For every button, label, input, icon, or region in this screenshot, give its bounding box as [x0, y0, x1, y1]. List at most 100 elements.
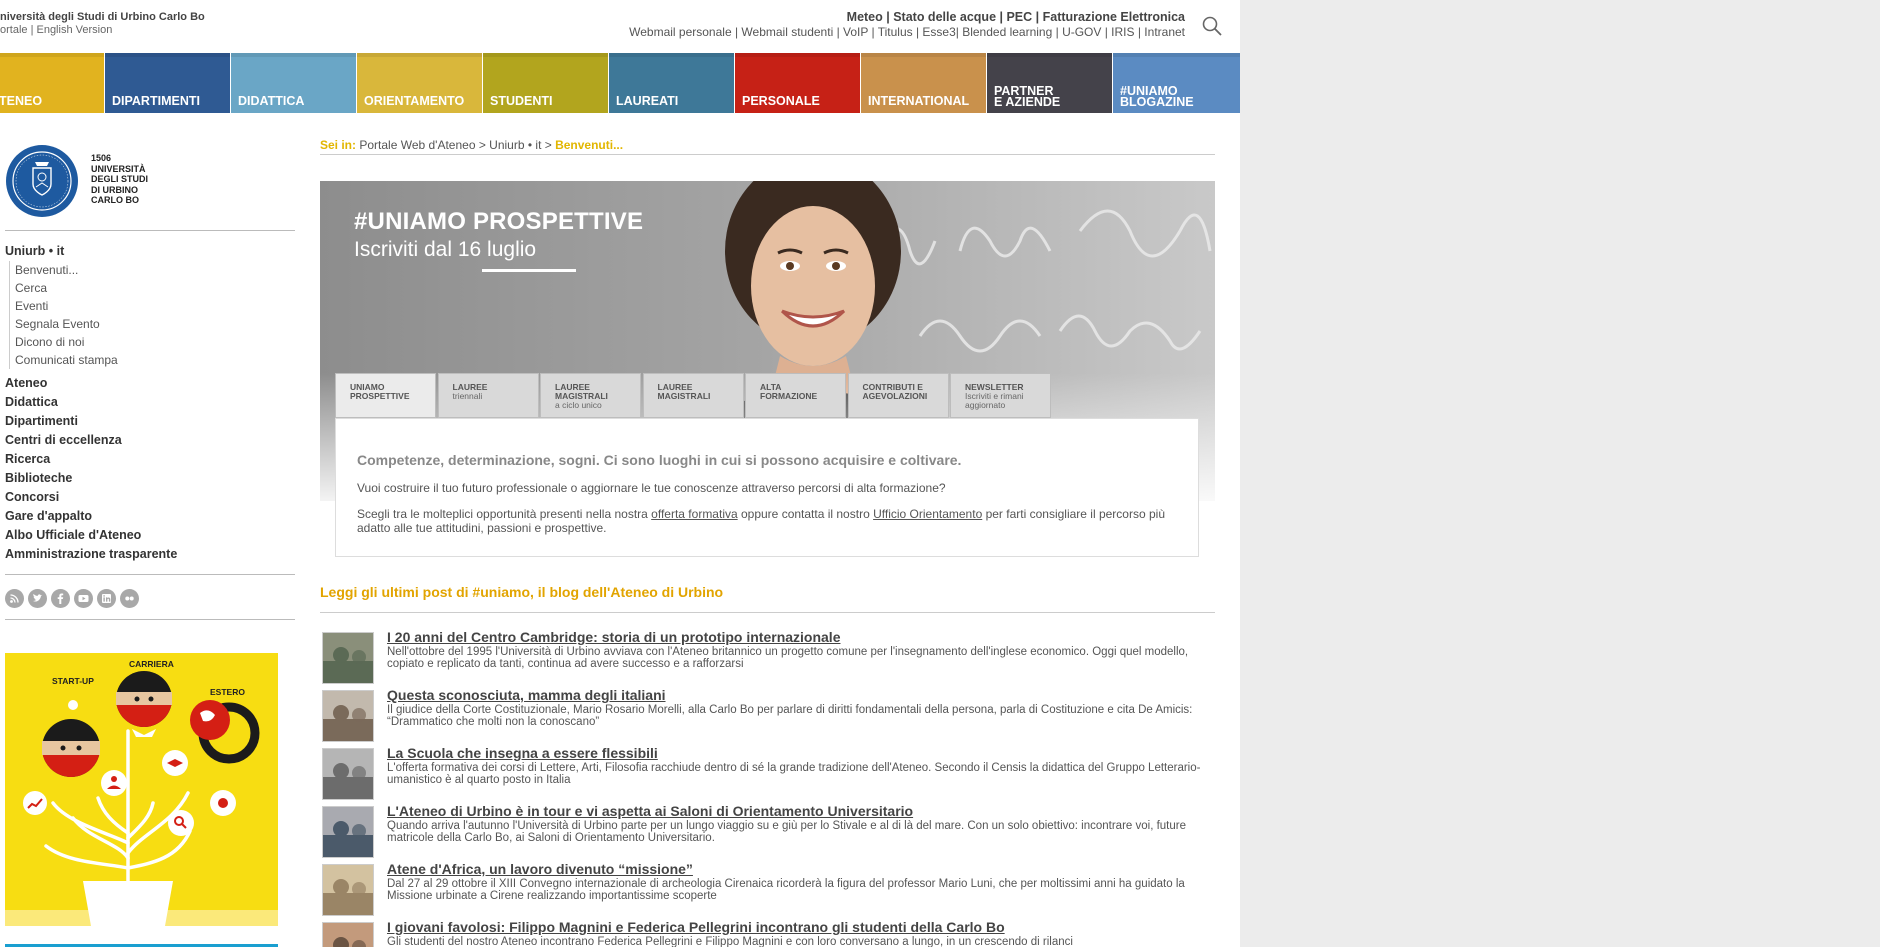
- breadcrumb-current: Benvenuti...: [555, 138, 624, 152]
- hero-tab-4[interactable]: ALTA FORMAZIONE: [745, 373, 846, 418]
- linkedin-icon[interactable]: [97, 589, 116, 608]
- post-thumbnail[interactable]: [322, 632, 374, 684]
- sidebar-divider: [5, 619, 295, 620]
- post-thumbnail[interactable]: [322, 748, 374, 800]
- sidebar-item-comunicati-stampa[interactable]: Comunicati stampa: [15, 351, 118, 369]
- breadcrumb-path[interactable]: Portale Web d'Ateneo > Uniurb • it >: [359, 138, 555, 152]
- nav-item-0[interactable]: TENEO: [0, 53, 104, 113]
- hero-tab-0[interactable]: UNIAMO PROSPETTIVE: [335, 373, 436, 418]
- nav-item-label: PARTNER E AZIENDE: [994, 85, 1108, 109]
- hero-tab-3[interactable]: LAUREE MAGISTRALI: [642, 373, 744, 418]
- career-banner[interactable]: CARRIERA START-UP ESTERO: [5, 653, 278, 926]
- nav-item-label: DIDATTICA: [238, 95, 352, 108]
- ufficio-orientamento-link[interactable]: Ufficio Orientamento: [873, 507, 982, 521]
- nav-item-label: LAUREATI: [616, 95, 730, 108]
- sidebar-item-biblioteche[interactable]: Biblioteche: [5, 469, 177, 488]
- blog-post: Questa sconosciuta, mamma degli italiani…: [322, 687, 1214, 744]
- top-links-primary[interactable]: Meteo | Stato delle acque | PEC | Fattur…: [847, 10, 1185, 24]
- university-name[interactable]: niversità degli Studi di Urbino Carlo Bo: [0, 11, 205, 23]
- flickr-icon[interactable]: [120, 589, 139, 608]
- nav-item-2[interactable]: DIDATTICA: [231, 53, 356, 113]
- banner-label-startup: START-UP: [52, 676, 94, 686]
- hero-tab-5[interactable]: CONTRIBUTI E AGEVOLAZIONI: [847, 373, 949, 418]
- post-title-link[interactable]: I 20 anni del Centro Cambridge: storia d…: [387, 629, 840, 645]
- youtube-icon[interactable]: [74, 589, 93, 608]
- sidebar-item-ateneo[interactable]: Ateneo: [5, 374, 177, 393]
- tab-sublabel: triennali: [452, 391, 483, 401]
- nav-item-8[interactable]: PARTNER E AZIENDE: [987, 53, 1112, 113]
- facebook-icon[interactable]: [51, 589, 70, 608]
- nav-item-9[interactable]: #UNIAMO BLOGAZINE: [1113, 53, 1240, 113]
- tab-label: PROSPETTIVE: [350, 391, 410, 401]
- post-thumbnail[interactable]: [322, 864, 374, 916]
- tab-label: AGEVOLAZIONI: [862, 391, 928, 401]
- nav-item-4[interactable]: STUDENTI: [483, 53, 608, 113]
- post-summary: L'offerta formativa dei corsi di Lettere…: [387, 762, 1201, 786]
- nav-label-line: PERSONALE: [742, 94, 820, 108]
- rss-icon[interactable]: [5, 589, 24, 608]
- logo-line: CARLO BO: [91, 195, 139, 205]
- sidebar-section-title[interactable]: Uniurb • it: [5, 244, 64, 258]
- post-thumbnail[interactable]: [322, 922, 374, 947]
- language-links[interactable]: ortale | English Version: [0, 24, 112, 36]
- sidebar-item-ricerca[interactable]: Ricerca: [5, 450, 177, 469]
- post-title-link[interactable]: I giovani favolosi: Filippo Magnini e Fe…: [387, 919, 1005, 935]
- university-seal-logo[interactable]: [5, 144, 79, 218]
- sidebar-item-segnala-evento[interactable]: Segnala Evento: [15, 315, 118, 333]
- tab-label: FORMAZIONE: [760, 391, 818, 401]
- logo-line: UNIVERSITÀ: [91, 163, 146, 174]
- nav-item-3[interactable]: ORIENTAMENTO: [357, 53, 482, 113]
- blog-post: I 20 anni del Centro Cambridge: storia d…: [322, 629, 1214, 686]
- sidebar-divider: [5, 574, 295, 575]
- post-thumbnail[interactable]: [322, 690, 374, 742]
- post-thumbnail[interactable]: [322, 806, 374, 858]
- sidebar-item-albo-ufficiale[interactable]: Albo Ufficiale d'Ateneo: [5, 526, 177, 545]
- hero-tab-6[interactable]: NEWSLETTER Iscriviti e rimani aggiornato: [950, 373, 1051, 418]
- post-summary: Nell'ottobre del 1995 l'Università di Ur…: [387, 646, 1189, 670]
- sidebar-item-eventi[interactable]: Eventi: [15, 297, 118, 315]
- breadcrumb-divider: [320, 154, 1215, 155]
- hero-underline: [482, 269, 576, 272]
- sidebar-item-concorsi[interactable]: Concorsi: [5, 488, 177, 507]
- post-summary: Il giudice della Corte Costituzionale, M…: [387, 704, 1193, 728]
- paragraph-text: Scegli tra le molteplici opportunità pre…: [357, 507, 652, 521]
- post-summary: Gli studenti del nostro Ateneo incontran…: [387, 936, 1073, 947]
- offerta-formativa-link[interactable]: offerta formativa: [651, 507, 737, 521]
- post-title-link[interactable]: Questa sconosciuta, mamma degli italiani: [387, 687, 666, 703]
- hero-text-box: Competenze, determinazione, sogni. Ci so…: [335, 418, 1199, 557]
- sidebar-item-cerca[interactable]: Cerca: [15, 279, 118, 297]
- sidebar-item-gare-d-appalto[interactable]: Gare d'appalto: [5, 507, 177, 526]
- nav-item-label: TENEO: [0, 95, 100, 108]
- nav-item-7[interactable]: INTERNATIONAL: [861, 53, 986, 113]
- sidebar-item-didattica[interactable]: Didattica: [5, 393, 177, 412]
- blog-post: Atene d'Africa, un lavoro divenuto “miss…: [322, 861, 1214, 918]
- nav-label-line: ORIENTAMENTO: [364, 94, 465, 108]
- top-links-secondary[interactable]: Webmail personale | Webmail studenti | V…: [629, 25, 1185, 39]
- post-title-link[interactable]: L'Ateneo di Urbino è in tour e vi aspett…: [387, 803, 913, 819]
- nav-label-line: INTERNATIONAL: [868, 94, 970, 108]
- sidebar-divider: [5, 230, 295, 231]
- sidebar-item-dipartimenti[interactable]: Dipartimenti: [5, 412, 177, 431]
- blog-heading: Leggi gli ultimi post di #uniamo, il blo…: [320, 584, 724, 600]
- search-icon[interactable]: [1201, 15, 1223, 37]
- blog-post: La Scuola che insegna a essere flessibil…: [322, 745, 1214, 802]
- banner-label-carriera: CARRIERA: [129, 659, 174, 669]
- logo-text[interactable]: 1506 UNIVERSITÀ DEGLI STUDI DI URBINO CA…: [91, 153, 148, 206]
- nav-item-1[interactable]: DIPARTIMENTI: [105, 53, 230, 113]
- sidebar-item-dicono-di-noi[interactable]: Dicono di noi: [15, 333, 118, 351]
- nav-item-label: PERSONALE: [742, 94, 856, 108]
- nav-item-6[interactable]: PERSONALE: [735, 53, 860, 113]
- sidebar-item-benvenuti[interactable]: Benvenuti...: [15, 261, 118, 279]
- nav-item-5[interactable]: LAUREATI: [609, 53, 734, 113]
- sidebar-item-centri-di-eccellenza[interactable]: Centri di eccellenza: [5, 431, 177, 450]
- blog-post: I giovani favolosi: Filippo Magnini e Fe…: [322, 919, 1214, 947]
- sidebar-item-amministrazione-trasparente[interactable]: Amministrazione trasparente: [5, 545, 177, 564]
- twitter-icon[interactable]: [28, 589, 47, 608]
- post-title-link[interactable]: Atene d'Africa, un lavoro divenuto “miss…: [387, 861, 693, 877]
- post-title-link[interactable]: La Scuola che insegna a essere flessibil…: [387, 745, 658, 761]
- hero-box-heading: Competenze, determinazione, sogni. Ci so…: [357, 452, 962, 468]
- nav-item-label: STUDENTI: [490, 95, 604, 108]
- hero-tab-2[interactable]: LAUREE MAGISTRALI a ciclo unico: [540, 373, 641, 418]
- tab-label: MAGISTRALI: [657, 391, 711, 401]
- hero-tab-1[interactable]: LAUREE triennali: [437, 373, 539, 418]
